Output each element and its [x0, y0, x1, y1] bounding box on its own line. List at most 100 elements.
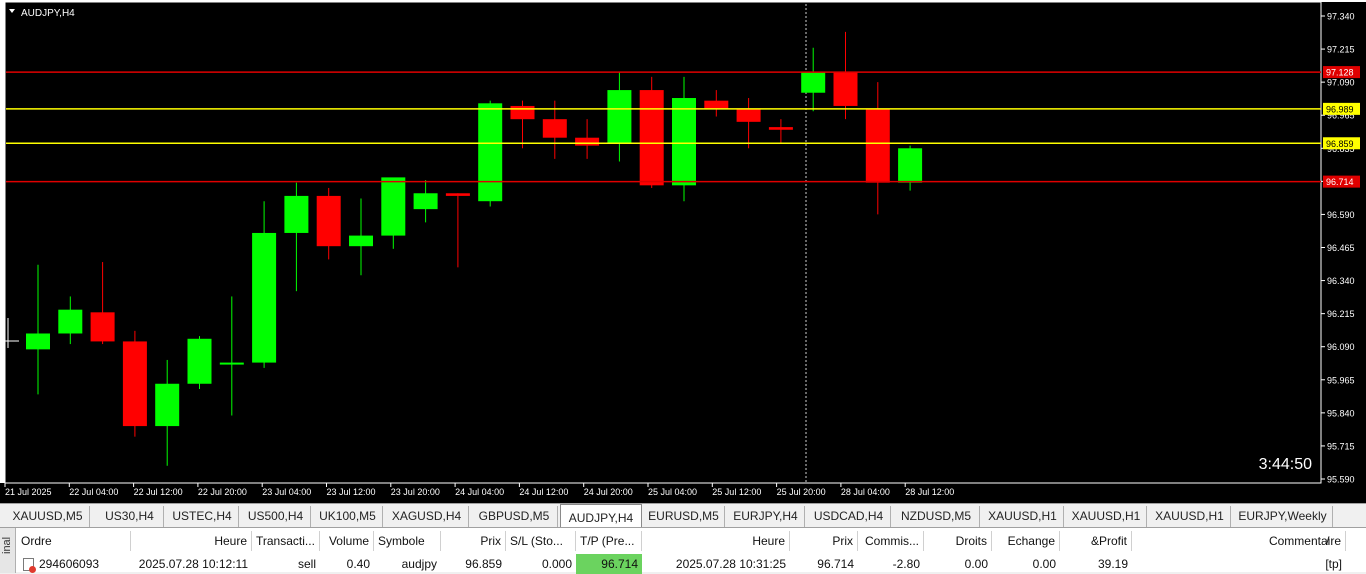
bear-candle-body [704, 100, 729, 109]
bear-candle-body [542, 119, 567, 138]
order-cell: 39.19 [1097, 557, 1128, 571]
order-cell: 2025.07.28 10:12:11 [138, 557, 248, 571]
column-header[interactable]: S/L (Sto... [506, 531, 576, 551]
bull-candle-body [898, 148, 923, 183]
column-header[interactable]: Droits [924, 531, 992, 551]
price-tick-label: 95.590 [1327, 475, 1355, 485]
price-tick-label: 96.340 [1327, 276, 1355, 286]
bear-candle-body [90, 312, 115, 342]
column-header[interactable]: Prix [790, 531, 858, 551]
chart-tab[interactable]: AUDJPY,H4 [560, 504, 642, 527]
order-cell: -2.80 [892, 557, 920, 571]
bull-candle-body [672, 98, 696, 186]
order-cell: sell [297, 557, 316, 571]
time-tick-label: 28 Jul 04:00 [841, 487, 890, 497]
bar-countdown-timer: 3:44:50 [1259, 456, 1312, 473]
price-tick-label: 97.090 [1327, 78, 1355, 88]
chart-tab[interactable]: US500,H4 [241, 506, 311, 527]
column-header[interactable]: Heure [131, 531, 252, 551]
bull-candle-body [26, 333, 50, 350]
bear-candle-body [736, 108, 761, 122]
price-tick-label: 97.215 [1327, 45, 1355, 55]
column-header[interactable]: Commentaire [1132, 531, 1346, 551]
time-tick-label: 24 Jul 04:00 [455, 487, 504, 497]
order-cell: 0.000 [541, 557, 572, 571]
column-header[interactable]: Echange [992, 531, 1060, 551]
terminal-side-label: inal [0, 528, 16, 573]
bull-candle-body [381, 177, 406, 236]
time-tick-label: 25 Jul 04:00 [648, 487, 697, 497]
column-header[interactable]: T/P (Pre... [576, 531, 642, 551]
column-header[interactable]: Heure [642, 531, 790, 551]
price-level-tag-text: 96.859 [1326, 139, 1354, 149]
price-tick-label: 96.465 [1327, 243, 1355, 253]
time-tick-label: 24 Jul 20:00 [584, 487, 633, 497]
time-tick-label: 24 Jul 12:00 [519, 487, 568, 497]
bull-candle-body [252, 232, 277, 363]
bear-candle-body [768, 127, 793, 130]
bull-candle-body [607, 90, 632, 143]
chart-tabs-bar: XAUUSD,M5 US30,H4 USTEC,H4 US500,H4 UK100,M5… [0, 503, 1366, 527]
order-cell: 96.714 [817, 557, 854, 571]
bull-candle-body [284, 195, 309, 233]
price-tick-label: 96.215 [1327, 309, 1355, 319]
bear-candle-body [639, 90, 664, 186]
column-header[interactable]: Ordre [17, 531, 131, 551]
column-header[interactable]: Transacti... [252, 531, 320, 551]
column-header[interactable]: Volume [320, 531, 374, 551]
time-tick-label: 23 Jul 12:00 [327, 487, 376, 497]
chart-tab[interactable]: XAUUSD,H1 [982, 506, 1064, 527]
chart-plot-area[interactable] [5, 2, 1321, 483]
price-level-tag-text: 96.989 [1326, 104, 1354, 114]
chart-tab[interactable]: NZDUSD,M5 [893, 506, 980, 527]
price-tick-label: 97.340 [1327, 12, 1355, 22]
chart-tab[interactable]: EURUSD,M5 [643, 506, 725, 527]
price-tick-label: 95.965 [1327, 375, 1355, 385]
chart-tab[interactable]: XAUUSD,H1 [1066, 506, 1147, 527]
chart-tab[interactable]: EURJPY,Weekly [1233, 506, 1333, 527]
chart-window[interactable]: 97.34097.21597.09096.96596.83596.71096.5… [0, 0, 1366, 503]
price-tick-label: 95.840 [1327, 408, 1355, 418]
column-header[interactable]: &Profit [1060, 531, 1132, 551]
order-cell: 2025.07.28 10:31:25 [675, 557, 786, 571]
time-tick-label: 28 Jul 12:00 [905, 487, 954, 497]
bull-candle-body [58, 309, 83, 334]
chart-tab[interactable]: GBPUSD,M5 [471, 506, 558, 527]
price-tick-label: 95.715 [1327, 441, 1355, 451]
chart-tab[interactable]: USDCAD,H4 [807, 506, 891, 527]
order-cell: 0.00 [964, 557, 988, 571]
chart-tab[interactable]: XAUUSD,H1 [1149, 506, 1231, 527]
bull-candle-body [413, 193, 438, 210]
bear-candle-body [445, 193, 470, 196]
time-tick-label: 23 Jul 04:00 [262, 487, 311, 497]
bull-candle-body [478, 103, 503, 202]
order-cell: audjpy [401, 557, 437, 571]
chart-tab[interactable]: UK100,M5 [313, 506, 383, 527]
column-header[interactable]: Symbole [374, 531, 441, 551]
time-tick-label: 25 Jul 20:00 [777, 487, 826, 497]
time-tick-label: 22 Jul 04:00 [69, 487, 118, 497]
chart-tab[interactable]: US30,H4 [96, 506, 164, 527]
time-tick-label: 22 Jul 20:00 [198, 487, 247, 497]
column-header[interactable]: Commis... [858, 531, 924, 551]
time-tick-label: 22 Jul 12:00 [134, 487, 183, 497]
terminal-panel: inal Ordre Heure Transacti... Volume Symbole… [0, 527, 1366, 574]
sort-indicator-icon: / [1326, 534, 1330, 548]
bull-candle-body [349, 235, 373, 247]
price-level-tag-text: 97.128 [1326, 68, 1354, 78]
order-cell: 0.00 [1032, 557, 1056, 571]
column-header[interactable]: Prix [441, 531, 506, 551]
price-level-tag-text: 96.714 [1326, 177, 1354, 187]
time-tick-label: 21 Jul 2025 [5, 487, 52, 497]
price-chart[interactable]: 97.34097.21597.09096.96596.83596.71096.5… [0, 0, 1366, 503]
chart-tab[interactable]: USTEC,H4 [166, 506, 239, 527]
bull-candle-body [187, 338, 212, 384]
order-cell: [tp] [1325, 557, 1342, 571]
chart-tab[interactable]: XAUUSD,M5 [6, 506, 90, 527]
chart-tab[interactable]: EURJPY,H4 [727, 506, 805, 527]
order-cell: 96.859 [465, 557, 502, 571]
order-cell: 96.714 [576, 554, 642, 574]
chart-tab[interactable]: XAGUSD,H4 [385, 506, 469, 527]
order-cell: 294606093 [39, 557, 100, 571]
bear-candle-body [575, 137, 600, 146]
